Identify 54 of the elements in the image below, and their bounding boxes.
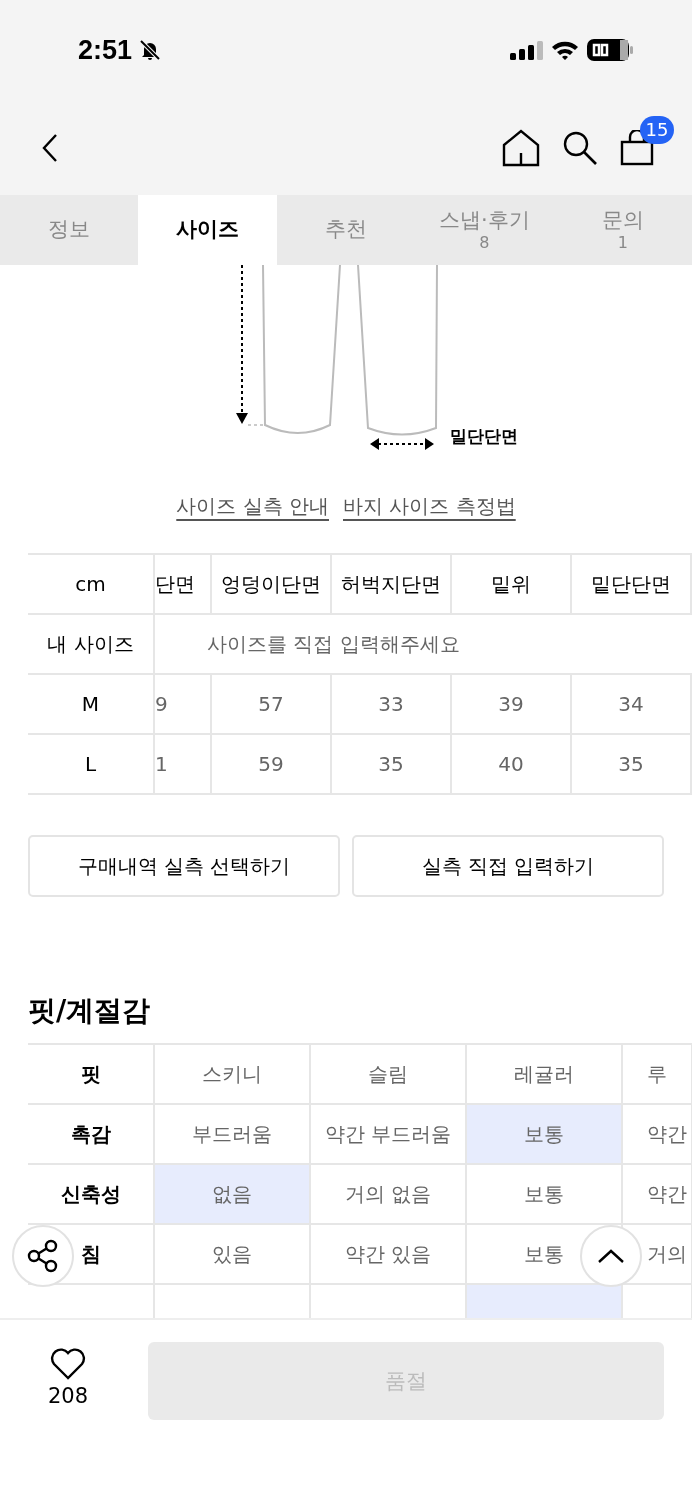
table-cell: 39 [452, 675, 572, 733]
table-header-cell: 밑위 [452, 555, 572, 613]
search-icon[interactable] [562, 129, 598, 166]
signal-icon [510, 40, 544, 60]
row-label: 촉감 [70, 1120, 111, 1148]
row-label: 침 [80, 1240, 101, 1268]
cart-count-badge: 15 [640, 115, 674, 144]
my-size-input-field[interactable]: 사이즈를 직접 입력해주세요 [155, 615, 692, 673]
size-label-cell: L [28, 735, 155, 793]
table-header-cell: 단면 [155, 555, 212, 613]
table-cell: 33 [332, 675, 452, 733]
section-title: 핏/계절감 [28, 993, 152, 1029]
fit-option-cell: 약간 [623, 1105, 692, 1165]
table-cell: 9 [155, 675, 212, 733]
table-cell: 57 [212, 675, 332, 733]
table-cell: 35 [332, 735, 452, 793]
hem-width-label: 밀단단면 [450, 425, 518, 448]
fit-option-cell: 루 [623, 1045, 692, 1105]
fit-option-cell: 약간 [623, 1165, 692, 1225]
table-cell: 59 [212, 735, 332, 793]
fit-option-cell: 약간 있음 [311, 1225, 467, 1285]
chevron-up-icon [597, 1248, 625, 1264]
table-header-cell: 허벅지단면 [332, 555, 452, 613]
fit-option-cell: 보통 [467, 1165, 623, 1225]
fit-option-cell: 있음 [155, 1225, 311, 1285]
home-icon[interactable] [502, 128, 540, 167]
wifi-icon [550, 39, 580, 61]
heart-icon[interactable] [50, 1348, 86, 1380]
row-label-cell: 내 사이즈 [28, 615, 155, 673]
table-cell: 1 [155, 735, 212, 793]
table-cell: 35 [572, 735, 692, 793]
size-action-button[interactable]: 실측 직접 입력하기 [352, 835, 664, 897]
guide-link[interactable]: 사이즈 실측 안내 [176, 493, 329, 553]
table-header-cell: 엉덩이단면 [212, 555, 332, 613]
share-icon [26, 1239, 60, 1273]
size-label-cell: M [28, 675, 155, 733]
fit-option-cell: 스키니 [155, 1045, 311, 1105]
like-count: 208 [47, 1384, 89, 1408]
guide-link[interactable]: 바지 사이즈 측정법 [343, 493, 516, 553]
muted-bell-icon [138, 38, 163, 62]
tab[interactable]: 사이즈 [138, 195, 277, 265]
table-cell: 40 [452, 735, 572, 793]
table-header-cell: 밑단단면 [572, 555, 692, 613]
fit-option-cell: 보통 [467, 1105, 623, 1165]
table-cell: 34 [572, 675, 692, 733]
fit-option-cell: 없음 [155, 1165, 311, 1225]
row-label: 신축성 [60, 1180, 121, 1208]
table-header-cell: cm [28, 555, 155, 613]
row-label: 핏 [80, 1060, 101, 1088]
fit-option-cell: 슬림 [311, 1045, 467, 1105]
fit-option-cell: 거의 없음 [311, 1165, 467, 1225]
battery-icon [586, 38, 634, 62]
status-time: 2:51 [78, 34, 133, 66]
size-action-button[interactable]: 구매내역 실측 선택하기 [28, 835, 340, 897]
